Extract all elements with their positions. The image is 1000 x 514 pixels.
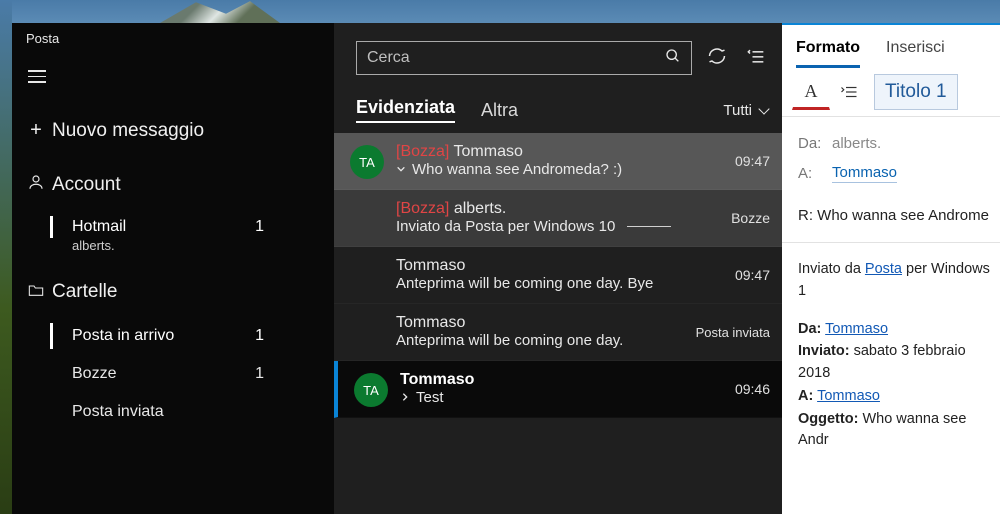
search-input[interactable]: [367, 49, 665, 67]
message-subject: Inviato da Posta per Windows 10: [396, 218, 615, 235]
new-message-label: Nuovo messaggio: [52, 120, 204, 142]
folder-label: Posta inviata: [72, 403, 164, 421]
new-message-button[interactable]: + Nuovo messaggio: [12, 110, 334, 156]
style-selector[interactable]: Titolo 1: [874, 74, 958, 110]
message-list-pane: Evidenziata Altra Tutti TA [Bozza] Tomma…: [334, 23, 782, 514]
folder-icon: [26, 283, 46, 300]
account-hotmail[interactable]: Hotmail 1: [12, 210, 334, 244]
message-from: Tommaso: [400, 371, 474, 388]
meta-from-label: Da:: [798, 321, 821, 337]
message-item[interactable]: TA Tommaso Test 09:46: [334, 361, 782, 418]
sidebar: Posta + Nuovo messaggio Account Hotmail …: [12, 23, 334, 514]
chevron-down-icon: [396, 163, 406, 177]
style-name: Titolo 1: [885, 81, 947, 103]
accounts-header-label: Account: [52, 174, 121, 196]
account-name: Hotmail: [72, 218, 126, 236]
meta-to-label: A:: [798, 388, 813, 404]
folder-label: Bozze: [72, 365, 116, 383]
ribbon-tab-insert[interactable]: Inserisci: [886, 39, 945, 68]
paragraph-button[interactable]: [830, 74, 868, 110]
message-from: Tommaso: [454, 143, 523, 160]
person-icon: [26, 173, 46, 196]
message-subject: Anteprima will be coming one day.: [396, 332, 623, 349]
from-label: Da:: [798, 135, 832, 152]
message-item[interactable]: [Bozza] alberts. Inviato da Posta per Wi…: [334, 190, 782, 247]
folder-sent[interactable]: Posta inviata: [12, 393, 334, 431]
message-item[interactable]: Tommaso Anteprima will be coming one day…: [334, 304, 782, 361]
body-text: Inviato da: [798, 261, 865, 277]
folder-count: 1: [255, 365, 318, 383]
blank-underline: [627, 226, 671, 227]
folders-header[interactable]: Cartelle: [12, 263, 334, 317]
message-body[interactable]: Inviato da Posta per Windows 1 Da: Tomma…: [782, 243, 1000, 452]
subject-field[interactable]: R: Who wanna see Androme: [782, 197, 1000, 243]
search-icon[interactable]: [665, 48, 681, 69]
filter-label: Tutti: [723, 102, 752, 119]
message-from: Tommaso: [396, 314, 465, 331]
meta-subj-label: Oggetto:: [798, 411, 858, 427]
meta-sent-label: Inviato:: [798, 343, 850, 359]
message-folder-badge: Posta inviata: [696, 325, 770, 340]
folder-count: [264, 403, 318, 421]
message-item[interactable]: Tommaso Anteprima will be coming one day…: [334, 247, 782, 304]
chevron-down-icon: [758, 103, 769, 114]
message-time: 09:47: [735, 153, 770, 169]
accounts-header[interactable]: Account: [12, 156, 334, 210]
message-subject: Anteprima will be coming one day. Bye: [396, 275, 653, 292]
to-recipient[interactable]: Tommaso: [832, 164, 897, 183]
app-title: Posta: [12, 23, 334, 54]
meta-to-link[interactable]: Tommaso: [817, 388, 880, 404]
desktop-wallpaper-top: [0, 0, 1000, 23]
ribbon-tab-format[interactable]: Formato: [796, 39, 860, 68]
from-value[interactable]: alberts.: [832, 135, 881, 152]
font-color-button[interactable]: A: [792, 74, 830, 110]
message-time: 09:47: [735, 267, 770, 283]
tab-focused[interactable]: Evidenziata: [356, 97, 455, 123]
hamburger-icon: [28, 66, 46, 87]
draft-badge: [Bozza]: [396, 200, 449, 217]
message-from: Tommaso: [396, 257, 465, 274]
to-label: A:: [798, 165, 832, 182]
select-mode-button[interactable]: [742, 46, 768, 71]
message-subject: Test: [416, 389, 444, 406]
folder-label: Posta in arrivo: [72, 327, 174, 345]
message-time: 09:46: [735, 381, 770, 397]
reading-pane: Formato Inserisci A Titolo 1 Da: alberts…: [782, 23, 1000, 514]
message-from: alberts.: [454, 200, 506, 217]
draft-badge: [Bozza]: [396, 143, 449, 160]
folder-drafts[interactable]: Bozze 1: [12, 355, 334, 393]
filter-dropdown[interactable]: Tutti: [723, 102, 768, 119]
folders-header-label: Cartelle: [52, 281, 117, 303]
search-box[interactable]: [356, 41, 692, 75]
message-folder-badge: Bozze: [731, 210, 770, 226]
hamburger-button[interactable]: [12, 54, 334, 110]
plus-icon: +: [26, 119, 46, 142]
avatar: TA: [350, 145, 384, 179]
desktop-wallpaper-left: [0, 0, 12, 514]
message-subject: Who wanna see Andromeda? :): [412, 161, 622, 178]
account-count: 1: [255, 218, 318, 236]
chevron-right-icon: [400, 391, 410, 405]
body-link-posta[interactable]: Posta: [865, 261, 902, 277]
folder-inbox[interactable]: Posta in arrivo 1: [12, 317, 334, 355]
folder-count: 1: [255, 327, 318, 345]
avatar: TA: [354, 373, 388, 407]
tab-other[interactable]: Altra: [481, 100, 518, 121]
meta-from-link[interactable]: Tommaso: [825, 321, 888, 337]
message-item[interactable]: TA [Bozza] Tommaso Who wanna see Androme…: [334, 133, 782, 190]
sync-button[interactable]: [704, 46, 730, 71]
